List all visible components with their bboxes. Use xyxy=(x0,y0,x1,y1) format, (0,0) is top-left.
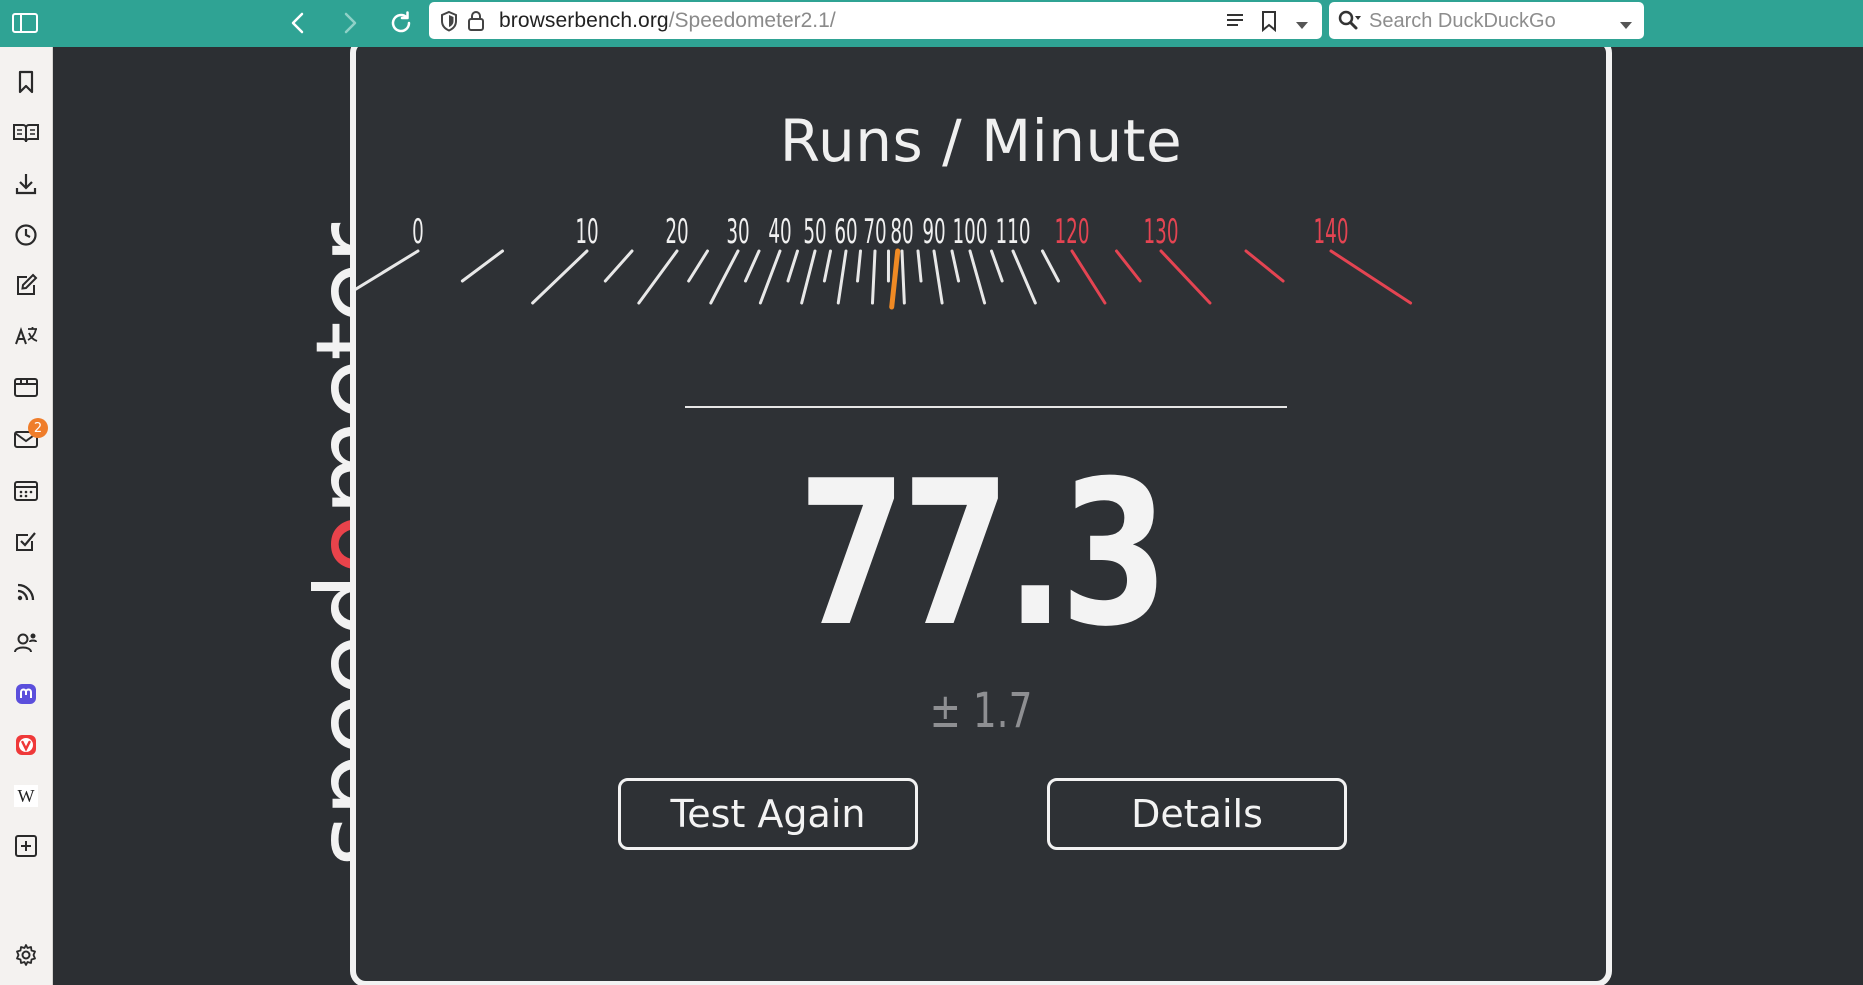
gauge-minor-tick xyxy=(786,249,799,283)
gauge-needle-line xyxy=(889,248,901,310)
results-panel: Runs / Minute 0 10 20 30 40 50 60 70 80 90 100 110 1… xyxy=(350,47,1612,985)
add-panel-icon[interactable] xyxy=(11,831,41,861)
test-again-button[interactable]: Test Again xyxy=(618,778,918,850)
gauge-label: 0 xyxy=(412,211,424,251)
gauge-minor-tick xyxy=(1041,249,1060,283)
vivaldi-icon[interactable] xyxy=(11,730,41,760)
forward-icon[interactable] xyxy=(333,6,367,40)
divider-line xyxy=(685,406,1287,408)
gauge-labels: 0 10 20 30 40 50 60 70 80 90 100 110 120 130 140 xyxy=(412,211,1348,251)
url-host-text: browserbench.org xyxy=(499,8,669,32)
gauge-major-tick xyxy=(900,249,906,305)
gauge-minor-tick xyxy=(1115,249,1142,283)
gauge-label: 80 xyxy=(890,211,913,251)
calendar-icon[interactable] xyxy=(11,475,41,505)
gauge-label: 90 xyxy=(922,211,945,251)
gauge-label: 130 xyxy=(1143,211,1178,251)
gauge-major-tick xyxy=(758,249,782,305)
gauge-minor-tick xyxy=(460,249,504,283)
search-placeholder: Search DuckDuckGo xyxy=(1369,10,1556,32)
speed-gauge: 0 10 20 30 40 50 60 70 80 90 100 110 120 130 140 xyxy=(356,211,1413,310)
contacts-icon[interactable] xyxy=(11,628,41,658)
bookmark-page-icon[interactable] xyxy=(1261,10,1277,36)
score-value: 77.3 xyxy=(797,438,1169,671)
reading-list-icon[interactable] xyxy=(11,118,41,148)
gauge-label: 140 xyxy=(1313,211,1348,251)
gauge-label: 20 xyxy=(665,211,688,251)
back-icon[interactable] xyxy=(281,6,315,40)
gauge-label: 120 xyxy=(1054,211,1089,251)
browser-toolbar: browserbench.org/Speedometer2.1/ Search … xyxy=(0,0,1863,47)
page-content: speedometer Runs / Minute 01020304050607… xyxy=(53,47,1863,985)
details-button[interactable]: Details xyxy=(1047,778,1347,850)
gauge-major-tick xyxy=(1011,249,1037,305)
reader-view-icon[interactable] xyxy=(1226,12,1244,32)
gauge-major-tick xyxy=(531,249,589,305)
gauge-major-tick xyxy=(1159,249,1212,305)
sidebar-panel: 2 W xyxy=(0,47,53,985)
gauge-label: 40 xyxy=(768,211,791,251)
gauge-minor-tick xyxy=(950,249,961,283)
gauge-label: 30 xyxy=(726,211,749,251)
gauge-major-tick xyxy=(968,249,987,305)
gauge-ticks xyxy=(356,249,1413,305)
panel-toggle-icon[interactable] xyxy=(8,6,42,40)
gauge-major-tick xyxy=(356,249,420,291)
gauge-minor-tick xyxy=(856,249,862,283)
settings-icon[interactable] xyxy=(11,940,41,970)
bookmark-icon[interactable] xyxy=(11,67,41,97)
lock-icon[interactable] xyxy=(467,10,485,36)
gauge-major-tick xyxy=(932,249,944,305)
gauge-minor-tick xyxy=(744,249,761,283)
svg-text:W: W xyxy=(18,786,35,806)
search-icon xyxy=(1338,10,1362,36)
gauge-label: 110 xyxy=(995,211,1030,251)
tasks-icon[interactable] xyxy=(11,526,41,556)
gauge-label: 100 xyxy=(952,211,987,251)
gauge-minor-tick xyxy=(603,249,634,283)
download-icon[interactable] xyxy=(11,169,41,199)
gauge-major-tick xyxy=(1070,249,1107,305)
shield-icon[interactable] xyxy=(439,10,459,36)
search-field[interactable]: Search DuckDuckGo xyxy=(1329,2,1644,39)
gauge-minor-tick xyxy=(822,249,832,283)
gauge-label: 70 xyxy=(863,211,886,251)
gauge-major-tick xyxy=(800,249,817,305)
url-path-text: /Speedometer2.1/ xyxy=(668,8,836,32)
mastodon-icon[interactable] xyxy=(11,679,41,709)
url-dropdown-icon[interactable] xyxy=(1295,16,1309,35)
gauge-minor-tick xyxy=(916,249,923,283)
gauge-major-tick xyxy=(836,249,848,305)
gauge-major-tick xyxy=(870,249,877,305)
window-icon[interactable] xyxy=(11,372,41,402)
wikipedia-icon[interactable]: W xyxy=(11,781,41,811)
history-icon[interactable] xyxy=(11,220,41,250)
translate-icon[interactable] xyxy=(11,321,41,351)
gauge-label: 50 xyxy=(803,211,826,251)
results-title: Runs / Minute xyxy=(779,107,1183,175)
feeds-icon[interactable] xyxy=(11,577,41,607)
notes-icon[interactable] xyxy=(11,270,41,300)
gauge-needle xyxy=(889,248,901,310)
gauge-label: 60 xyxy=(834,211,857,251)
gauge-minor-tick xyxy=(1244,249,1285,283)
gauge-major-tick xyxy=(709,249,740,305)
gauge-label: 10 xyxy=(575,211,598,251)
search-dropdown-icon[interactable] xyxy=(1619,16,1633,35)
score-margin: ± 1.7 xyxy=(929,683,1033,739)
address-bar[interactable]: browserbench.org/Speedometer2.1/ xyxy=(429,2,1322,39)
gauge-major-tick xyxy=(637,249,679,305)
gauge-major-tick xyxy=(1329,249,1413,305)
gauge-minor-tick xyxy=(990,249,1004,283)
gauge-minor-tick xyxy=(687,249,709,283)
reload-icon[interactable] xyxy=(384,6,418,40)
mail-badge: 2 xyxy=(28,418,48,438)
